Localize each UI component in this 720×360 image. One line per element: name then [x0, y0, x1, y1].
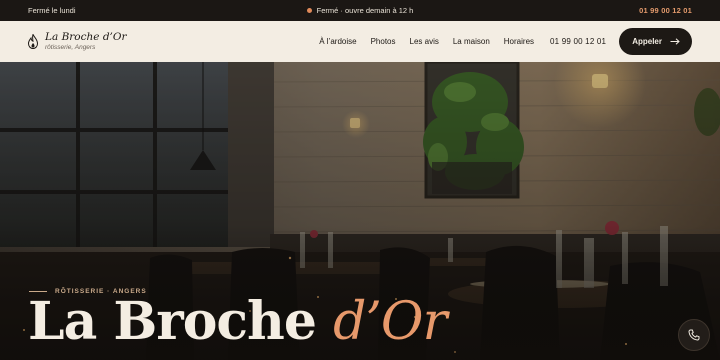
nav-item-photos[interactable]: Photos	[371, 37, 396, 46]
site-header: La Broche d’Or rôtisserie, Angers À l’ar…	[0, 21, 720, 62]
brand-logo-link[interactable]: La Broche d’Or rôtisserie, Angers	[28, 30, 127, 52]
call-button[interactable]: Appeler	[619, 28, 692, 55]
status-dot-icon	[306, 8, 312, 13]
nav-phone-link[interactable]: 01 99 00 12 01	[550, 37, 606, 46]
nav-item-ardoise[interactable]: À l’ardoise	[319, 37, 356, 46]
hero-title-accent: d’Or	[333, 292, 447, 352]
arrow-right-icon	[670, 38, 680, 45]
hero-title: La Broche d’Or	[28, 296, 447, 349]
floating-call-button[interactable]	[678, 319, 710, 351]
brand-subtitle: rôtisserie, Angers	[45, 44, 96, 52]
call-button-label: Appeler	[632, 37, 662, 46]
open-status-text: Fermé · ouvre demain à 12 h	[316, 6, 414, 15]
nav-item-avis[interactable]: Les avis	[410, 37, 439, 46]
open-status: Fermé · ouvre demain à 12 h	[0, 6, 720, 15]
flame-icon	[28, 34, 38, 49]
brand-name: La Broche d’Or	[45, 30, 127, 43]
hero-title-main: La Broche	[28, 291, 317, 352]
main-nav: À l’ardoise Photos Les avis La maison Ho…	[305, 28, 692, 55]
phone-icon	[688, 329, 700, 341]
hero-section: RÔTISSERIE · ANGERS La Broche d’Or	[0, 62, 720, 360]
nav-item-horaires[interactable]: Horaires	[504, 37, 534, 46]
nav-item-maison[interactable]: La maison	[453, 37, 490, 46]
top-info-bar: Fermé le lundi Fermé · ouvre demain à 12…	[0, 0, 720, 21]
